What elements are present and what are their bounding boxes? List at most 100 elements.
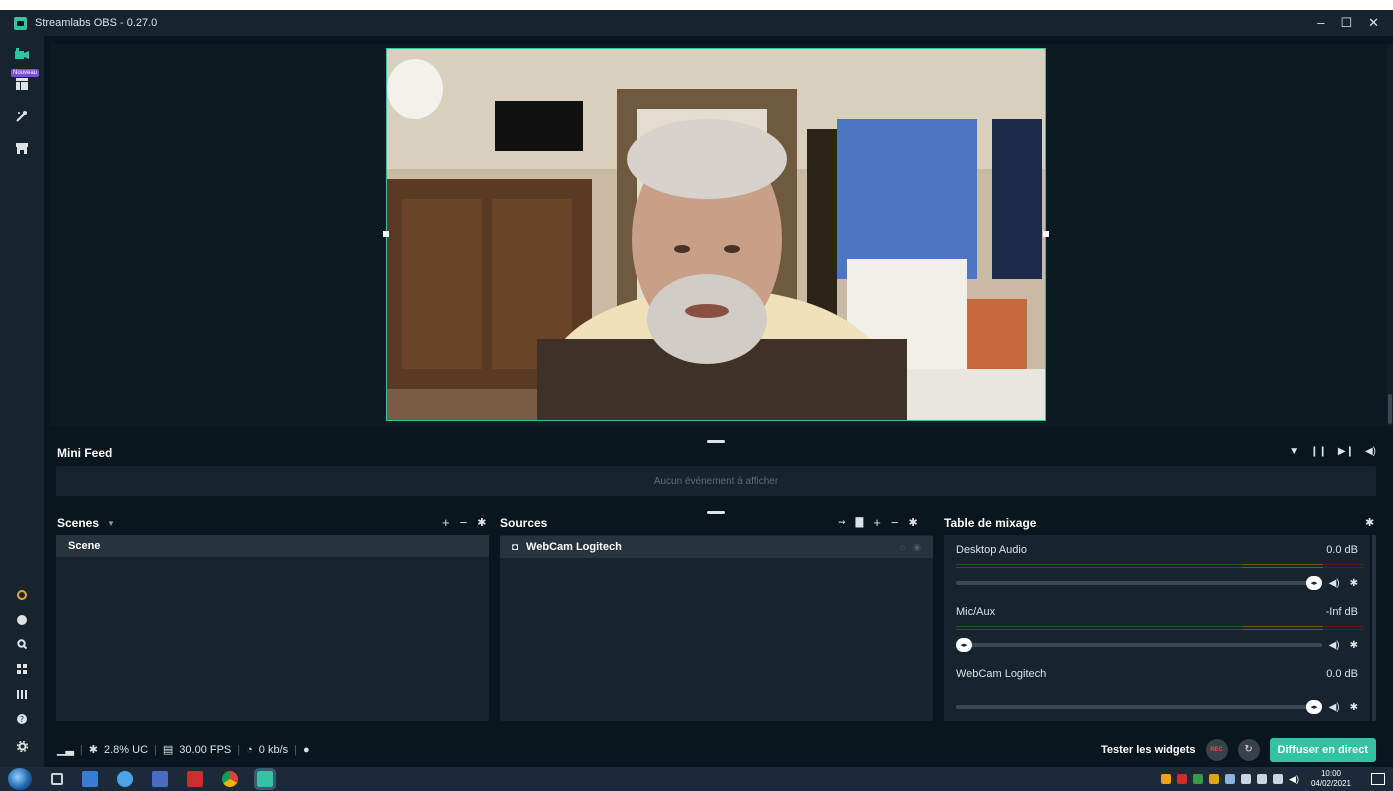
tray-battery-icon[interactable] bbox=[1257, 774, 1268, 784]
file-explorer-icon[interactable] bbox=[82, 771, 98, 787]
scenes-title: Scenes bbox=[57, 516, 100, 530]
scene-settings-gear-icon[interactable]: ✱ bbox=[477, 516, 486, 529]
add-source-button[interactable]: + bbox=[873, 515, 881, 530]
resize-handle-left[interactable] bbox=[383, 231, 389, 237]
maximize-button[interactable]: ☐ bbox=[1340, 15, 1352, 31]
record-button[interactable]: REC bbox=[1205, 738, 1228, 761]
speaker-icon[interactable]: ◀) bbox=[1329, 578, 1340, 589]
title-bar: Streamlabs OBS - 0.27.0 – ☐ ✕ bbox=[0, 10, 1393, 36]
alert-box-icon[interactable] bbox=[0, 583, 44, 607]
source-transition-icon[interactable]: ⇝ bbox=[838, 517, 846, 528]
preview-scrollbar[interactable] bbox=[1387, 44, 1393, 426]
settings-gear-icon[interactable] bbox=[0, 734, 44, 758]
volume-meter bbox=[956, 564, 1364, 569]
replay-buffer-icon[interactable]: ↻ bbox=[1237, 738, 1260, 761]
skip-icon[interactable]: ▶❙ bbox=[1338, 446, 1354, 457]
studio-mode-camera-icon[interactable] bbox=[0, 42, 44, 66]
sources-header: Sources bbox=[500, 516, 547, 530]
tray-filezilla-icon[interactable] bbox=[1177, 774, 1188, 784]
add-folder-icon[interactable]: ▇ bbox=[856, 517, 864, 528]
resize-handle-right[interactable] bbox=[1043, 231, 1049, 237]
bitrate-value: 0 kb/s bbox=[258, 743, 289, 756]
tray-monitor-icon[interactable] bbox=[1273, 774, 1284, 784]
app-store-icon[interactable] bbox=[0, 136, 44, 160]
webcam-source-icon: ◘ bbox=[512, 541, 519, 553]
source-settings-gear-icon[interactable]: ✱ bbox=[908, 516, 917, 529]
volume-slider[interactable]: ◂▸ bbox=[956, 638, 1322, 652]
channel-gear-icon[interactable]: ✱ bbox=[1350, 702, 1358, 713]
tray-nvidia-icon[interactable] bbox=[1193, 774, 1204, 784]
go-live-button[interactable]: Diffuser en direct bbox=[1269, 737, 1376, 762]
notification-center-icon[interactable] bbox=[1371, 773, 1385, 785]
lock-icon[interactable]: ⌂ bbox=[900, 542, 905, 553]
grid-apps-icon[interactable] bbox=[0, 657, 44, 681]
windows-start-icon[interactable] bbox=[8, 768, 32, 790]
test-widgets-button[interactable]: Tester les widgets bbox=[1101, 744, 1196, 756]
minifeed-drag-handle[interactable] bbox=[707, 440, 725, 443]
bars-icon[interactable] bbox=[0, 682, 44, 706]
chrome-icon[interactable] bbox=[222, 771, 238, 787]
close-button[interactable]: ✕ bbox=[1368, 15, 1379, 31]
tray-app-icon[interactable] bbox=[1209, 774, 1220, 784]
cpu-usage: 2.8% UC bbox=[104, 743, 149, 756]
volume-slider-knob[interactable]: ◂▸ bbox=[956, 638, 972, 652]
add-scene-button[interactable]: + bbox=[442, 515, 450, 530]
scene-item[interactable]: Scene bbox=[56, 535, 489, 557]
remove-source-button[interactable]: − bbox=[891, 515, 899, 530]
speaker-icon[interactable]: ◀) bbox=[1329, 702, 1340, 713]
go-live-label: Diffuser en direct bbox=[1277, 743, 1368, 756]
mixer-scrollbar[interactable] bbox=[1372, 535, 1376, 721]
sources-title: Sources bbox=[500, 516, 548, 530]
question-icon[interactable]: ? bbox=[0, 707, 44, 731]
layout-editor-icon[interactable] bbox=[0, 72, 44, 96]
filter-icon[interactable]: ▼ bbox=[1289, 446, 1299, 457]
window-title: Streamlabs OBS - 0.27.0 bbox=[35, 17, 158, 29]
volume-slider[interactable]: ◂▸ bbox=[956, 576, 1322, 590]
channel-gear-icon[interactable]: ✱ bbox=[1350, 640, 1358, 651]
info-icon[interactable]: ● bbox=[303, 744, 310, 756]
mixer-panel: Desktop Audio 0.0 dB ◂▸ ◀) ✱ Mic/Aux -In… bbox=[944, 535, 1370, 721]
scenes-header[interactable]: Scenes ▼ bbox=[57, 516, 115, 530]
minimize-button[interactable]: – bbox=[1317, 15, 1324, 31]
stats-chart-icon[interactable]: ▁▃ bbox=[57, 743, 74, 756]
chevron-down-icon[interactable]: ▼ bbox=[107, 519, 115, 528]
task-view-icon[interactable] bbox=[51, 773, 63, 785]
help-circle-icon[interactable] bbox=[0, 608, 44, 632]
camera-icon bbox=[15, 48, 29, 59]
mini-feed-controls: ▼ ❙❙ ▶❙ ◀) bbox=[1289, 446, 1376, 457]
cpu-icon: ✱ bbox=[88, 744, 98, 756]
calculator-app-icon[interactable] bbox=[152, 771, 168, 787]
channel-gear-icon[interactable]: ✱ bbox=[1350, 578, 1358, 589]
tray-network-icon[interactable] bbox=[1225, 774, 1236, 784]
volume-slider[interactable]: ◂▸ bbox=[956, 700, 1322, 714]
clock-time: 10:00 bbox=[1320, 769, 1341, 778]
themes-magic-icon[interactable] bbox=[0, 104, 44, 128]
footer-actions: Tester les widgets REC ↻ Diffuser en dir… bbox=[1101, 737, 1376, 762]
svg-text:?: ? bbox=[20, 715, 24, 724]
webcam-video-frame[interactable] bbox=[386, 48, 1046, 421]
taskbar-clock[interactable]: 10:00 04/02/2021 bbox=[1311, 769, 1351, 789]
volume-slider-knob[interactable]: ◂▸ bbox=[1306, 576, 1322, 590]
filezilla-icon[interactable] bbox=[187, 771, 203, 787]
mixer-settings-gear-icon[interactable]: ✱ bbox=[1365, 516, 1374, 529]
remove-scene-button[interactable]: − bbox=[460, 515, 468, 530]
mini-feed-empty-text: Aucun événement à afficher bbox=[653, 475, 779, 487]
sources-toolbar: ⇝ ▇ + − ✱ bbox=[838, 515, 918, 530]
pause-icon[interactable]: ❙❙ bbox=[1310, 446, 1327, 457]
sources-list: ◘ WebCam Logitech ⌂ ◉ bbox=[500, 535, 933, 721]
volume-icon[interactable]: ◀) bbox=[1289, 774, 1299, 785]
speaker-icon[interactable]: ◀) bbox=[1329, 640, 1340, 651]
streamlabs-taskbar-icon[interactable] bbox=[254, 768, 276, 790]
search-icon[interactable] bbox=[0, 632, 44, 656]
visibility-eye-icon[interactable]: ◉ bbox=[913, 542, 921, 553]
tray-search-icon[interactable] bbox=[1161, 774, 1172, 784]
mute-sound-icon[interactable]: ◀) bbox=[1365, 446, 1376, 457]
mixer-channel-actions: ◀) ✱ bbox=[1329, 578, 1358, 589]
volume-slider-knob[interactable]: ◂▸ bbox=[1306, 700, 1322, 714]
mini-feed-title: Mini Feed bbox=[57, 446, 113, 460]
panels-drag-handle[interactable] bbox=[707, 511, 725, 514]
clock-date: 04/02/2021 bbox=[1310, 779, 1351, 788]
tray-usb-icon[interactable] bbox=[1241, 774, 1252, 784]
thunderbird-icon[interactable] bbox=[117, 771, 133, 787]
source-item[interactable]: ◘ WebCam Logitech ⌂ ◉ bbox=[500, 536, 933, 558]
